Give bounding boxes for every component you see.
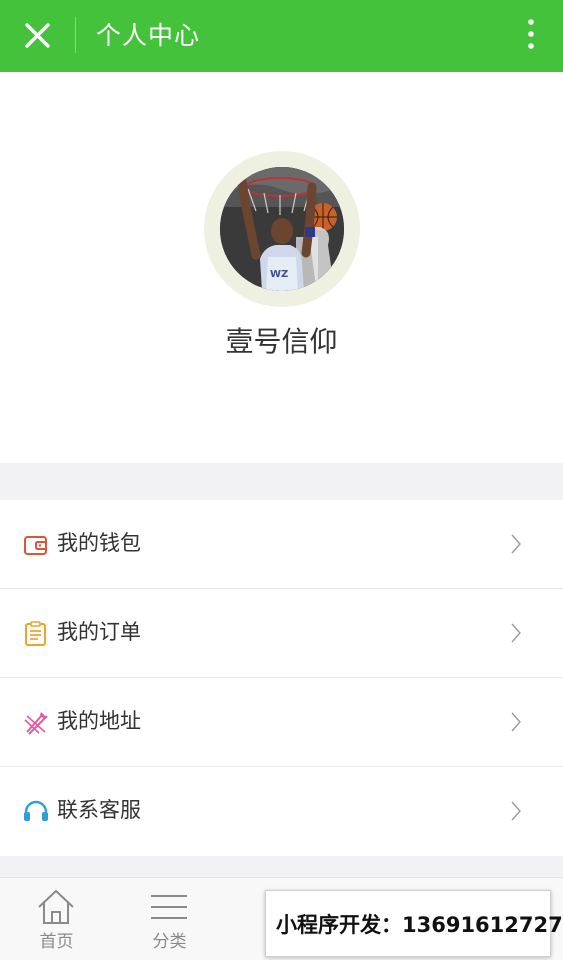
more-button[interactable]	[519, 16, 543, 56]
username: 壹号信仰	[225, 325, 338, 358]
watermark-banner: 小程序开发：13691612727	[265, 890, 563, 957]
top-bar-divider	[75, 17, 76, 53]
profile-section: WZ 壹号信仰	[0, 72, 563, 463]
close-button[interactable]	[18, 16, 58, 56]
menu-list: 我的钱包 我的订单 我的地址 联系客服	[0, 500, 563, 856]
avatar[interactable]: WZ	[220, 167, 344, 291]
menu-item-customer-service[interactable]: 联系客服	[0, 767, 563, 856]
headset-icon	[23, 799, 49, 825]
chevron-right-icon	[509, 532, 523, 556]
tab-label: 分类	[152, 932, 187, 952]
tab-home[interactable]: 首页	[0, 878, 113, 960]
menu-item-orders[interactable]: 我的订单	[0, 589, 563, 678]
tab-category[interactable]: 分类	[113, 878, 226, 960]
top-bar: 个人中心	[0, 0, 563, 72]
svg-text:WZ: WZ	[270, 269, 288, 280]
order-list-icon	[23, 621, 49, 647]
menu-item-address[interactable]: 我的地址	[0, 678, 563, 767]
tab-label: 首页	[39, 932, 74, 952]
address-icon	[23, 710, 49, 736]
watermark-text: 小程序开发：13691612727	[276, 913, 563, 937]
page-title: 个人中心	[96, 21, 201, 50]
chevron-right-icon	[509, 621, 523, 645]
menu-item-label: 联系客服	[57, 798, 141, 822]
chevron-right-icon	[509, 799, 523, 823]
menu-item-label: 我的订单	[57, 620, 141, 644]
menu-item-wallet[interactable]: 我的钱包	[0, 500, 563, 589]
home-icon	[36, 888, 76, 926]
wallet-icon	[23, 532, 49, 558]
menu-lines-icon	[149, 888, 189, 926]
menu-item-label: 我的地址	[57, 709, 141, 733]
menu-item-label: 我的钱包	[57, 531, 141, 555]
avatar-ring: WZ	[204, 151, 360, 307]
basketball-player-avatar: WZ	[220, 167, 344, 291]
chevron-right-icon	[509, 710, 523, 734]
close-icon	[25, 23, 50, 48]
more-vertical-icon	[528, 19, 534, 49]
